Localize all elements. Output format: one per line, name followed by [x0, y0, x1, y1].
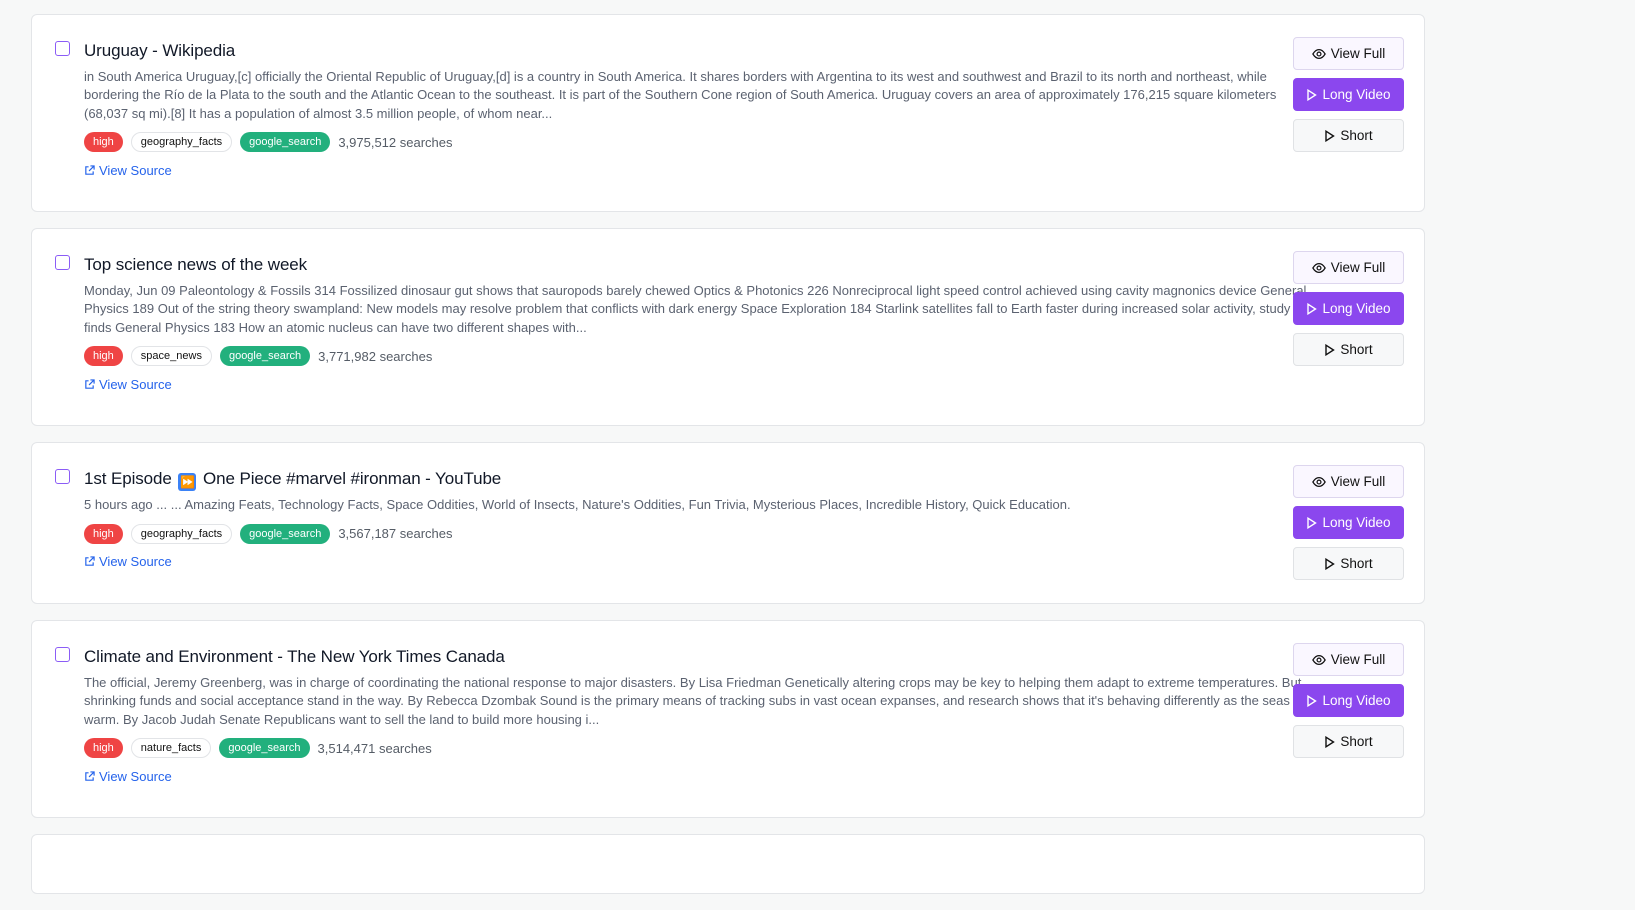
long-video-label: Long Video — [1322, 693, 1391, 708]
source-badge: google_search — [240, 523, 331, 544]
category-badge: geography_facts — [130, 523, 233, 544]
search-count: 3,771,982 searches — [318, 348, 433, 364]
result-card: 1st Episode ⏩ One Piece #marvel #ironman… — [31, 442, 1425, 604]
tag-row: high geography_facts google_search 3,975… — [84, 132, 1314, 153]
result-card: Top science news of the week Monday, Jun… — [31, 228, 1425, 426]
view-source-link[interactable]: View Source — [84, 554, 172, 569]
result-title: Climate and Environment - The New York T… — [84, 647, 505, 666]
select-checkbox[interactable] — [55, 469, 70, 484]
tag-row: high geography_facts google_search 3,567… — [84, 523, 1314, 544]
result-snippet: Monday, Jun 09 Paleontology & Fossils 31… — [84, 283, 1307, 335]
play-icon — [1307, 694, 1318, 707]
result-title: 1st Episode ⏩ One Piece #marvel #ironman… — [84, 467, 1314, 491]
eye-icon — [1311, 476, 1326, 487]
source-badge: google_search — [219, 738, 310, 759]
long-video-label: Long Video — [1322, 87, 1391, 102]
priority-badge: high — [84, 346, 123, 367]
fast-forward-emoji-icon: ⏩ — [178, 473, 197, 491]
short-button[interactable]: Short — [1293, 119, 1404, 152]
select-checkbox[interactable] — [55, 41, 70, 56]
view-full-button[interactable]: View Full — [1293, 643, 1404, 676]
view-source-link[interactable]: View Source — [84, 377, 172, 392]
view-source-label: View Source — [99, 554, 172, 570]
play-icon — [1325, 557, 1336, 570]
result-snippet: in South America Uruguay,[c] officially … — [84, 69, 1277, 121]
view-full-label: View Full — [1330, 260, 1386, 275]
view-source-link[interactable]: View Source — [84, 769, 172, 784]
play-icon — [1307, 302, 1318, 315]
play-icon — [1307, 88, 1318, 101]
external-link-icon — [85, 556, 95, 567]
search-count: 3,975,512 searches — [338, 134, 453, 150]
eye-icon — [1311, 262, 1326, 273]
long-video-button[interactable]: Long Video — [1293, 506, 1404, 539]
result-content: Uruguay - Wikipedia in South America Uru… — [84, 39, 1314, 181]
play-icon — [1307, 516, 1318, 529]
view-full-button[interactable]: View Full — [1293, 37, 1404, 70]
external-link-icon — [85, 165, 95, 175]
action-buttons: View Full Long Video Short — [1293, 643, 1404, 766]
external-link-icon — [85, 379, 95, 389]
short-label: Short — [1340, 734, 1373, 749]
result-card: Climate and Environment - The New York T… — [31, 620, 1425, 818]
external-link-icon — [85, 771, 95, 781]
tag-row: high nature_facts google_search 3,514,47… — [84, 738, 1314, 759]
result-content: Climate and Environment - The New York T… — [84, 645, 1314, 787]
eye-icon — [1311, 48, 1326, 59]
source-badge: google_search — [219, 346, 311, 367]
category-badge: geography_facts — [130, 132, 233, 153]
view-source-label: View Source — [99, 162, 172, 178]
long-video-button[interactable]: Long Video — [1293, 684, 1404, 717]
result-card — [31, 834, 1425, 894]
result-content: Top science news of the week Monday, Jun… — [84, 253, 1314, 395]
view-full-label: View Full — [1330, 46, 1386, 61]
result-card: Uruguay - Wikipedia in South America Uru… — [31, 14, 1425, 212]
tag-row: high space_news google_search 3,771,982 … — [84, 346, 1314, 367]
select-checkbox[interactable] — [55, 255, 70, 270]
select-checkbox[interactable] — [55, 647, 70, 662]
result-snippet: 5 hours ago ... ... Amazing Feats, Techn… — [84, 497, 1071, 512]
view-source-label: View Source — [99, 768, 172, 784]
result-title: Top science news of the week — [84, 255, 308, 274]
view-full-label: View Full — [1330, 652, 1386, 667]
short-label: Short — [1340, 556, 1373, 571]
long-video-button[interactable]: Long Video — [1293, 78, 1404, 111]
result-snippet: The official, Jeremy Greenberg, was in c… — [84, 675, 1302, 727]
action-buttons: View Full Long Video Short — [1293, 465, 1404, 588]
short-button[interactable]: Short — [1293, 333, 1404, 366]
priority-badge: high — [84, 523, 123, 544]
results-list: Uruguay - Wikipedia in South America Uru… — [31, 14, 1425, 910]
long-video-label: Long Video — [1322, 301, 1391, 316]
long-video-button[interactable]: Long Video — [1293, 292, 1404, 325]
short-label: Short — [1340, 342, 1373, 357]
play-icon — [1325, 343, 1336, 356]
play-icon — [1325, 129, 1336, 142]
action-buttons: View Full Long Video Short — [1293, 251, 1404, 374]
priority-badge: high — [84, 132, 123, 153]
category-badge: space_news — [130, 346, 212, 367]
source-badge: google_search — [240, 132, 331, 153]
short-label: Short — [1340, 128, 1373, 143]
eye-icon — [1311, 654, 1326, 665]
view-source-link[interactable]: View Source — [84, 163, 172, 178]
title-text: One Piece #marvel #ironman - YouTube — [203, 469, 502, 488]
title-text: 1st Episode — [84, 469, 172, 488]
result-title: Uruguay - Wikipedia — [84, 41, 236, 60]
result-content: 1st Episode ⏩ One Piece #marvel #ironman… — [84, 467, 1314, 572]
category-badge: nature_facts — [130, 738, 212, 759]
long-video-label: Long Video — [1322, 515, 1391, 530]
view-full-button[interactable]: View Full — [1293, 251, 1404, 284]
action-buttons: View Full Long Video Short — [1293, 37, 1404, 160]
search-count: 3,514,471 searches — [317, 740, 432, 756]
view-full-button[interactable]: View Full — [1293, 465, 1404, 498]
search-count: 3,567,187 searches — [338, 526, 453, 542]
priority-badge: high — [84, 738, 123, 759]
play-icon — [1325, 735, 1336, 748]
view-source-label: View Source — [99, 376, 172, 392]
short-button[interactable]: Short — [1293, 547, 1404, 580]
short-button[interactable]: Short — [1293, 725, 1404, 758]
view-full-label: View Full — [1330, 474, 1386, 489]
